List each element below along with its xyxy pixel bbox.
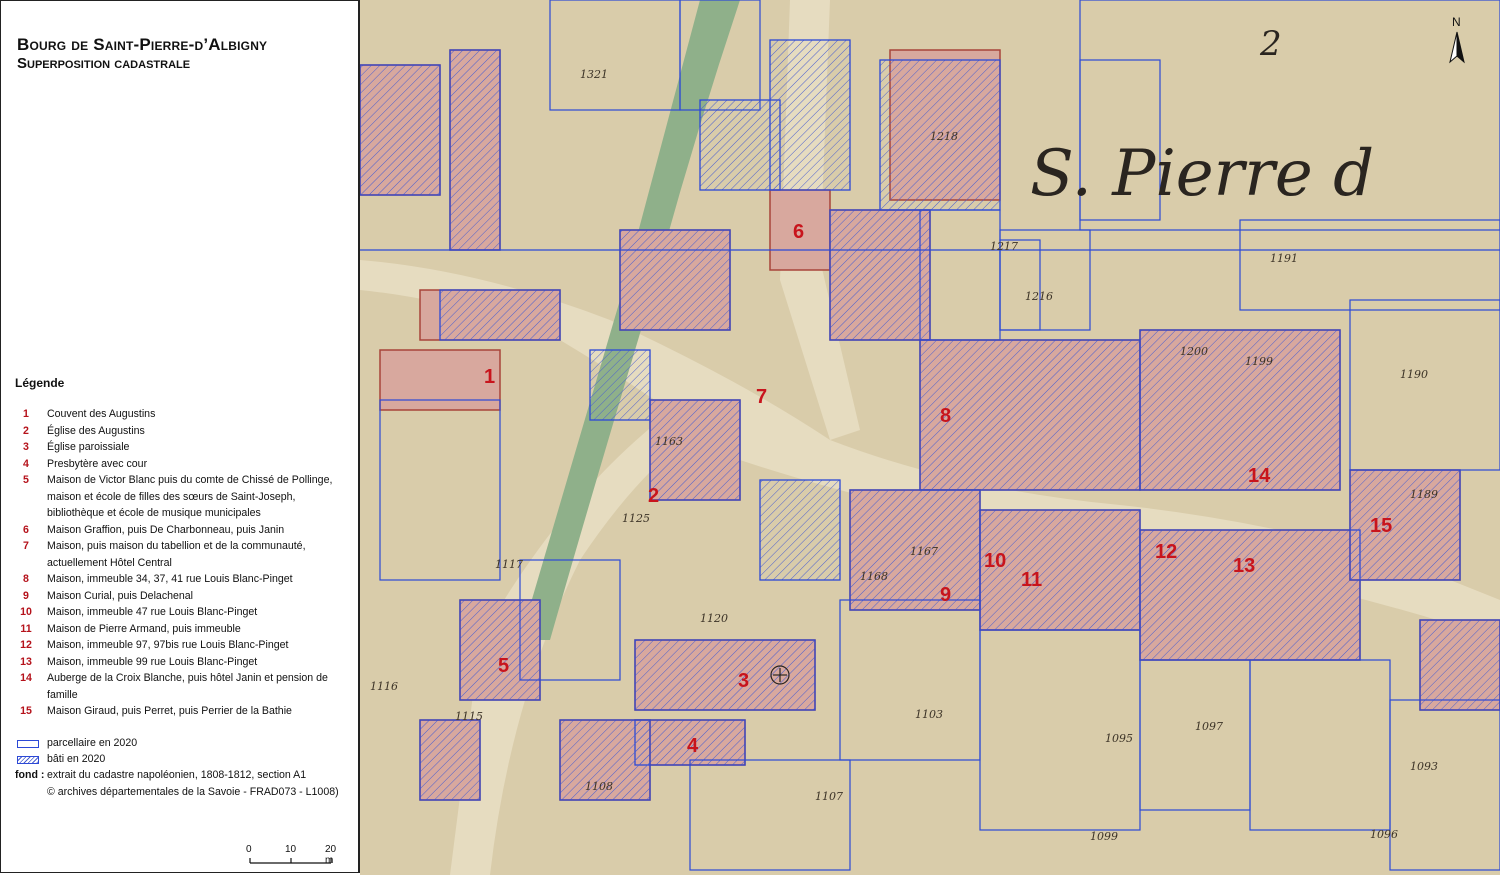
parcel-label: 1168 [860, 570, 888, 583]
scale-bar-graphic [249, 858, 332, 864]
parcel-label: 1200 [1180, 345, 1208, 358]
building-number-15: 15 [1370, 515, 1392, 537]
parcel-label: 1217 [990, 240, 1018, 253]
parcel-label: 1103 [915, 708, 943, 721]
legend-number: 4 [23, 457, 29, 470]
fond-line-1: extrait du cadastre napoléonien, 1808-18… [47, 769, 307, 781]
legend-text: Maison, immeuble 99 rue Louis Blanc-Ping… [47, 655, 258, 668]
parcel-label: 1218 [930, 130, 958, 143]
legend-text: Maison, immeuble 47 rue Louis Blanc-Ping… [47, 606, 258, 618]
building-number-11: 11 [1021, 569, 1042, 591]
parcel-label: 1216 [1025, 290, 1053, 303]
legend-text: Maison, immeuble 97, 97bis rue Louis Bla… [47, 639, 289, 651]
legend-text: Auberge de la Croix Blanche, puis hôtel … [47, 672, 328, 701]
map-canvas: S. Pierre d 2 1321 1218 1216 1217 1191 1… [360, 0, 1500, 875]
parcel-label: 1163 [655, 435, 683, 448]
parcel-outline-symbol [17, 740, 39, 748]
map-subtitle: Superposition cadastrale [17, 55, 191, 72]
legend-text: Maison, immeuble 34, 37, 41 rue Louis Bl… [47, 573, 293, 585]
legend-number: 1 [23, 408, 29, 420]
parcel-label: 1099 [1090, 830, 1118, 843]
legend-number: 5 [23, 474, 29, 486]
building-number-7: 7 [756, 386, 767, 408]
building-number-2: 2 [648, 485, 659, 507]
parcel-outline-label: parcellaire en 2020 [47, 737, 138, 749]
building-number-6: 6 [793, 221, 804, 243]
north-label: N [1452, 15, 1461, 29]
parcel-label: 1190 [1400, 368, 1428, 381]
building-number-9: 9 [940, 584, 951, 606]
parcel-label: 1125 [622, 512, 650, 525]
parcel-label: 1321 [580, 68, 608, 81]
parcel-label: 1095 [1105, 732, 1133, 745]
legend-number: 10 [20, 606, 32, 618]
parcel-label: 1093 [1410, 760, 1438, 773]
parcel-label: 1120 [700, 612, 728, 625]
legend-number: 3 [23, 441, 29, 453]
legend-text: Maison Giraud, puis Perret, puis Perrier… [47, 705, 292, 717]
parcel-label: 1199 [1245, 355, 1273, 368]
legend-number: 12 [20, 639, 32, 651]
building-number-4: 4 [687, 735, 699, 757]
legend-text: Presbytère avec cour [47, 457, 148, 470]
legend-heading: Légende [15, 376, 65, 390]
legend-number: 11 [20, 622, 32, 635]
legend-panel: Bourg de Saint-Pierre-d’Albigny Superpos… [0, 0, 360, 873]
hatched-building-label: bâti en 2020 [47, 753, 106, 765]
cadastral-map[interactable]: S. Pierre d 2 1321 1218 1216 1217 1191 1… [360, 0, 1500, 875]
hatched-building-symbol [17, 756, 39, 764]
map-place-name: S. Pierre d [1030, 137, 1374, 211]
map-title: Bourg de Saint-Pierre-d’Albigny [17, 35, 268, 54]
legend-text: Maison Curial, puis Delachenal [47, 589, 194, 602]
legend-text: Couvent des Augustins [47, 408, 156, 420]
parcel-label: 1096 [1370, 828, 1398, 841]
parcel-label: 1115 [455, 710, 483, 723]
parcel-label: 1116 [370, 680, 398, 693]
church-cross-icon [770, 665, 790, 685]
legend-text: Maison de Pierre Armand, puis immeuble [47, 622, 241, 635]
parcel-label: 1189 [1410, 488, 1438, 501]
legend-number: 13 [20, 655, 32, 668]
legend-number: 15 [20, 705, 32, 717]
building-number-8: 8 [940, 405, 951, 427]
building-number-13: 13 [1233, 555, 1255, 577]
fond-key: fond : [15, 769, 45, 781]
legend-number: 7 [23, 540, 29, 552]
parcel-label: 1097 [1195, 720, 1223, 733]
legend-number: 14 [20, 672, 32, 684]
legend-text: Maison de Victor Blanc puis du comte de … [47, 474, 333, 519]
scale-bar: 0 10 20 m [246, 844, 336, 866]
map-section-number: 2 [1259, 24, 1282, 64]
building-number-12: 12 [1155, 541, 1177, 563]
building-number-14: 14 [1248, 465, 1271, 487]
building-number-1: 1 [484, 366, 495, 388]
legend-number: 2 [23, 424, 29, 437]
parcel-label: 1107 [815, 790, 843, 803]
building-number-10: 10 [984, 550, 1006, 572]
parcel-label: 1117 [495, 558, 523, 571]
parcel-label: 1108 [585, 780, 613, 793]
legend-number: 9 [23, 589, 29, 602]
legend-text: Maison Graffion, puis De Charbonneau, pu… [47, 523, 285, 536]
legend-number: 8 [23, 573, 29, 585]
fond-line-2: © archives départementales de la Savoie … [47, 786, 339, 798]
parcel-label: 1167 [910, 545, 938, 558]
parcel-label: 1191 [1270, 252, 1298, 265]
legend-number: 6 [23, 523, 29, 536]
building-number-3: 3 [738, 670, 749, 692]
legend-text: Église paroissiale [47, 441, 130, 453]
legend-text: Église des Augustins [47, 424, 145, 437]
legend-text: Maison, puis maison du tabellion et de l… [47, 540, 306, 569]
building-number-5: 5 [498, 655, 509, 677]
